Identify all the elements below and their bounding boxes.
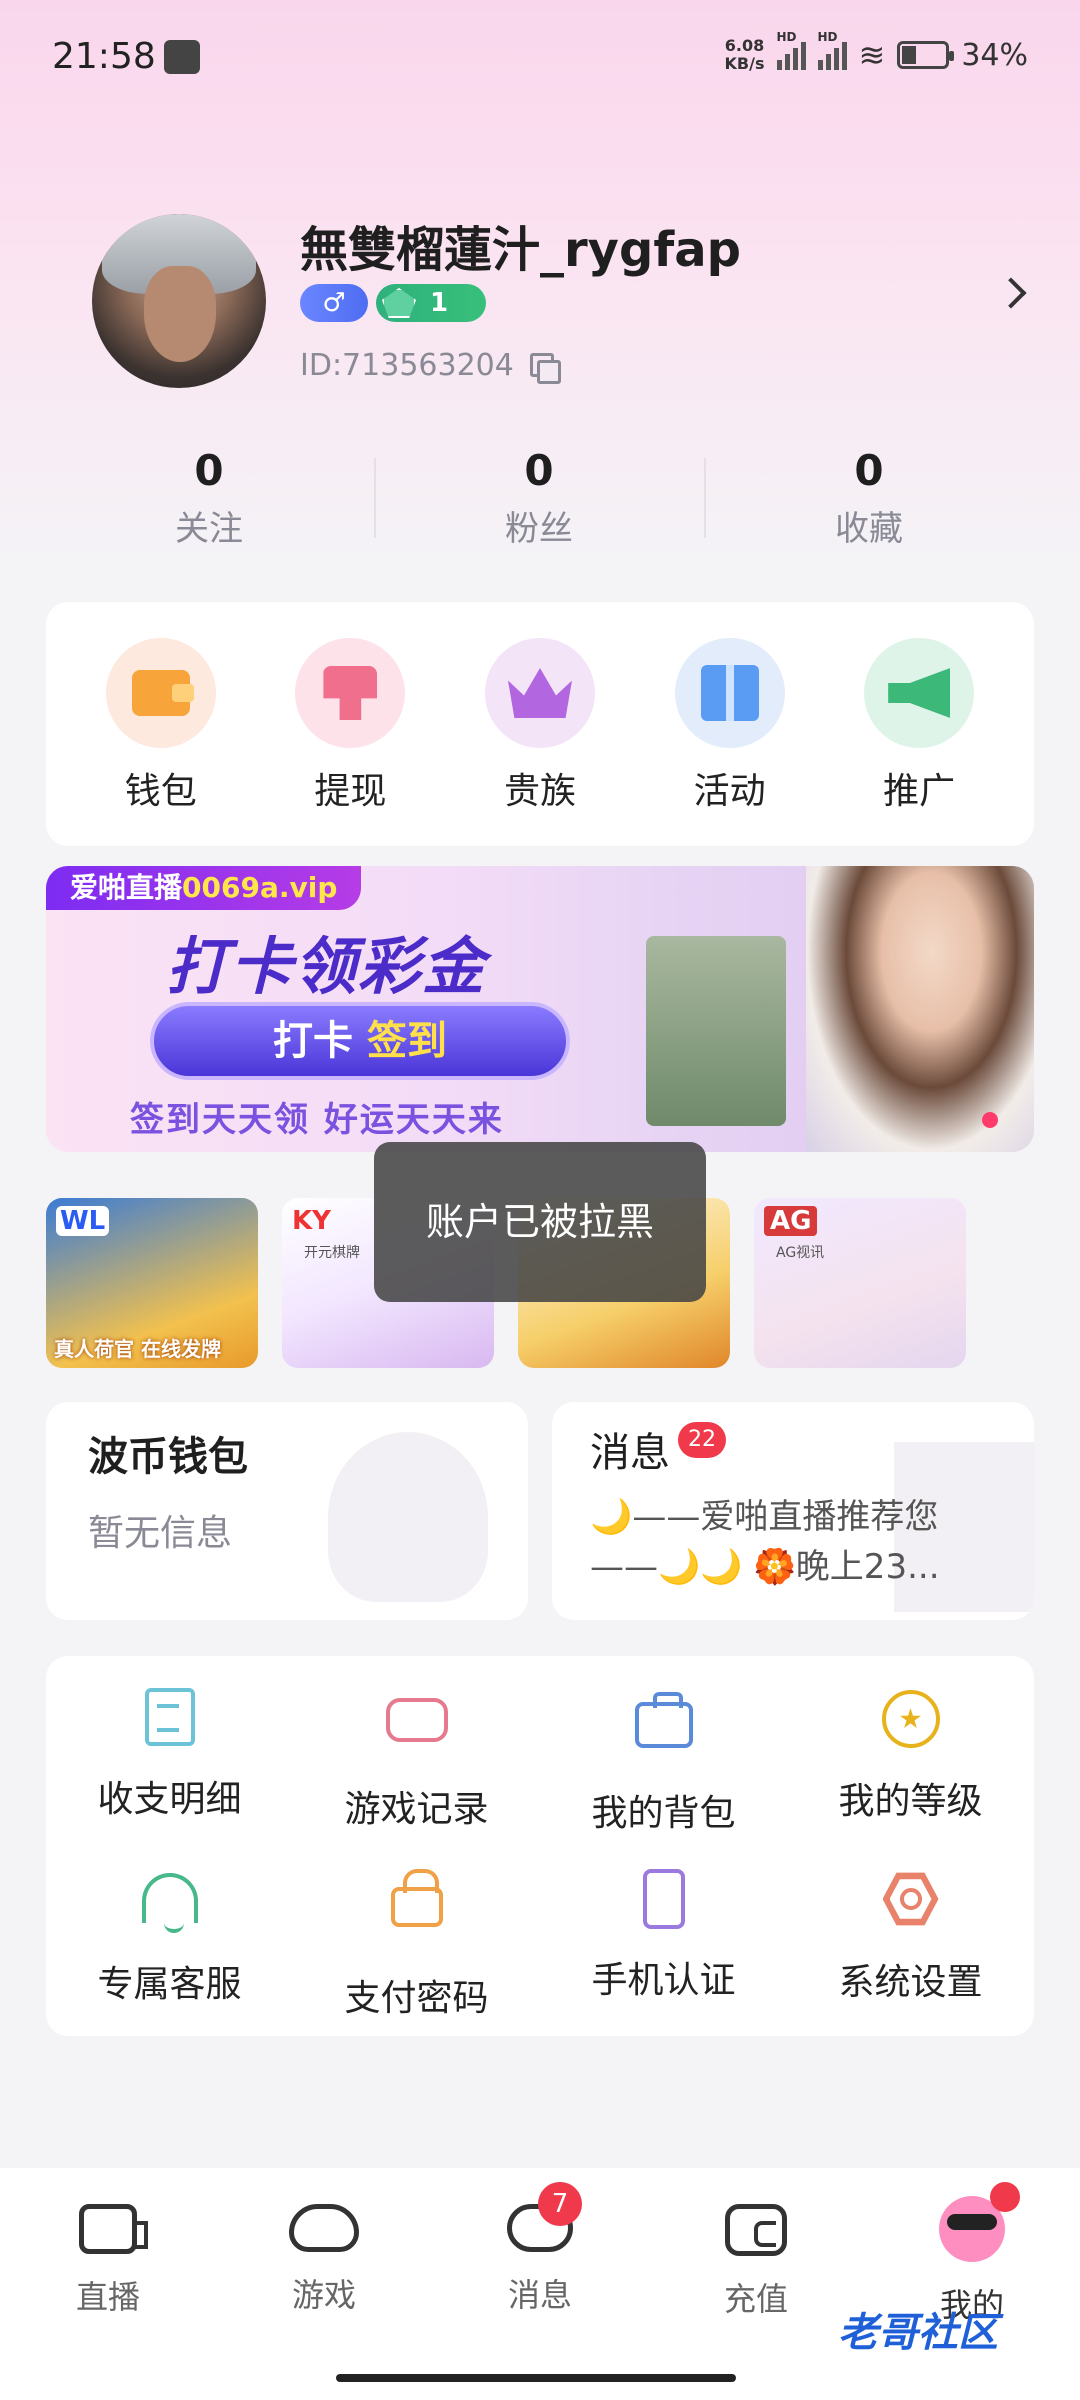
lock-icon: [385, 1869, 449, 1951]
banner-subtitle: 签到天天领 好运天天来: [130, 1100, 504, 1140]
user-tags: ♂ 1: [300, 284, 486, 322]
notification-icon: [164, 40, 200, 74]
user-id: ID:713563204: [300, 348, 561, 384]
stat-following[interactable]: 0 关注: [44, 446, 374, 556]
headset-icon: [138, 1873, 202, 1937]
withdraw-icon: [295, 638, 406, 748]
watermark-logo: 老哥社区: [838, 2310, 998, 2356]
level-badge: 1: [376, 284, 486, 322]
nav-live[interactable]: 直播: [0, 2204, 216, 2400]
carousel-indicator: [982, 1112, 998, 1128]
stat-favorites[interactable]: 0 收藏: [704, 446, 1034, 556]
quick-actions-card: 钱包 提现 贵族 活动 推广: [46, 602, 1034, 846]
stat-fans[interactable]: 0 粉丝: [374, 446, 704, 556]
menu-transactions[interactable]: 收支明细: [46, 1678, 293, 1848]
banner-site: 爱啪直播0069a.vip: [46, 866, 362, 910]
quick-withdraw[interactable]: 提现: [270, 638, 430, 846]
toast-message: 账户已被拉黑: [374, 1142, 706, 1302]
wallet-title: 波币钱包: [88, 1434, 248, 1480]
game-tile[interactable]: WL 真人荷官 在线发牌: [46, 1198, 258, 1368]
settings-hex-icon: [879, 1871, 943, 1935]
document-icon: [138, 1688, 202, 1752]
promo-banner[interactable]: 爱啪直播0069a.vip 打卡领彩金 打卡 签到 签到天天领 好运天天来: [46, 866, 1034, 1152]
signal-icon: HD: [817, 30, 847, 70]
clock: 21:58: [52, 36, 156, 77]
avatar[interactable]: [92, 214, 266, 388]
messages-title: 消息: [590, 1430, 670, 1476]
battery-level: 34%: [961, 37, 1028, 73]
status-bar: 21:58 6.08 KB/s HD HD ≋ 34%: [0, 0, 1080, 110]
menu-pay-password[interactable]: 支付密码: [293, 1857, 540, 2027]
gift-icon: [674, 638, 785, 748]
stats-row: 0 关注 0 粉丝 0 收藏: [0, 446, 1080, 556]
status-icons: 6.08 KB/s HD HD ≋ 34%: [724, 30, 1028, 74]
messages-preview: 🌙——爱啪直播推荐您——🌙🌙 🏵️晚上23...: [590, 1497, 940, 1587]
quick-wallet[interactable]: 钱包: [81, 638, 241, 846]
star-level-icon: [879, 1690, 943, 1754]
megaphone-icon: [864, 638, 975, 748]
signal-icon: HD: [776, 30, 806, 70]
feature-menu: 收支明细 游戏记录 我的背包 我的等级 专属客服 支付密码 手机认证 系统设置: [46, 1656, 1034, 2036]
menu-phone-verify[interactable]: 手机认证: [540, 1857, 787, 2027]
wallet-subtitle: 暂无信息: [88, 1513, 233, 1554]
wifi-icon: ≋: [858, 36, 886, 74]
coin-wallet-card[interactable]: 波币钱包 暂无信息: [46, 1402, 528, 1620]
divider: [374, 458, 376, 538]
gamepad-icon: [289, 2204, 359, 2252]
quick-activity[interactable]: 活动: [650, 638, 810, 846]
nav-games[interactable]: 游戏: [216, 2204, 432, 2400]
crown-icon: [484, 638, 595, 748]
menu-settings[interactable]: 系统设置: [787, 1857, 1034, 2027]
banner-model-image: [806, 866, 1034, 1152]
banner-title: 打卡领彩金: [166, 930, 487, 1003]
phone-check-icon: [632, 1869, 696, 1933]
nav-me-red-dot: [990, 2182, 1020, 2212]
game-tile[interactable]: AG AG视讯: [754, 1198, 966, 1368]
quick-promote[interactable]: 推广: [839, 638, 999, 846]
messages-card[interactable]: 消息 22 🌙——爱啪直播推荐您——🌙🌙 🏵️晚上23...: [552, 1402, 1034, 1620]
banner-money-image: [646, 936, 786, 1126]
nav-recharge[interactable]: 充值: [648, 2204, 864, 2400]
menu-level[interactable]: 我的等级: [787, 1678, 1034, 1848]
quick-noble[interactable]: 贵族: [460, 638, 620, 846]
gamepad-icon: [385, 1698, 449, 1762]
menu-backpack[interactable]: 我的背包: [540, 1678, 787, 1848]
messages-badge: 22: [678, 1422, 726, 1458]
gender-badge: ♂: [300, 284, 368, 322]
nav-messages[interactable]: 消息: [432, 2204, 648, 2400]
banner-checkin-button[interactable]: 打卡 签到: [150, 1002, 570, 1080]
camera-icon: [79, 2204, 148, 2254]
divider: [704, 458, 706, 538]
battery-icon: [897, 41, 955, 69]
gem-icon: [382, 288, 416, 318]
copy-icon[interactable]: [529, 352, 561, 384]
username: 無雙榴蓮汁_rygfap: [300, 222, 741, 278]
nav-messages-badge: 7: [538, 2182, 582, 2226]
menu-customer-service[interactable]: 专属客服: [46, 1857, 293, 2027]
home-indicator[interactable]: [336, 2374, 736, 2382]
backpack-icon: [632, 1692, 696, 1766]
network-speed: 6.08 KB/s: [724, 36, 765, 73]
wallet-icon: [725, 2204, 787, 2256]
menu-game-records[interactable]: 游戏记录: [293, 1678, 540, 1848]
wallet-icon: [105, 638, 216, 748]
